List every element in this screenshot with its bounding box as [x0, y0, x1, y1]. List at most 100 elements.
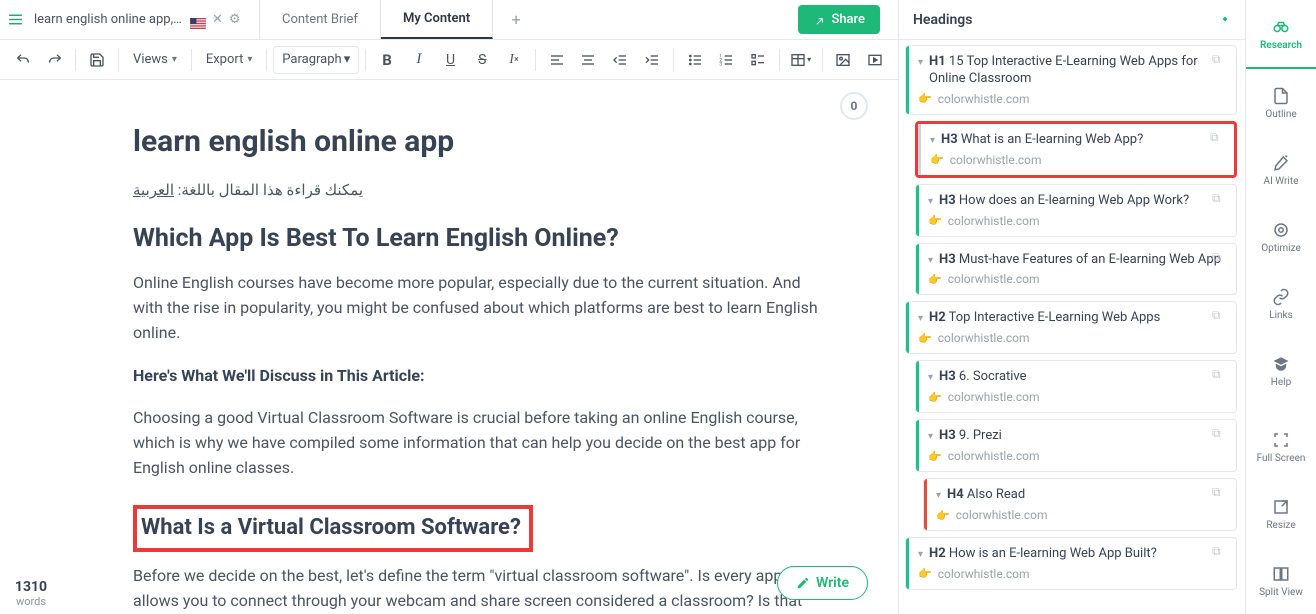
editor-toolbar: Views▾ Export▾ Paragraph▾ B I U S I× 123… [0, 40, 898, 80]
clear-format-button[interactable]: I× [499, 44, 529, 76]
image-button[interactable] [828, 44, 858, 76]
heading-item[interactable]: ⧉▾H1 15 Top Interactive E-Learning Web A… [905, 45, 1237, 115]
chevron-down-icon[interactable]: ▾ [928, 369, 933, 383]
grad-cap-icon [1272, 355, 1290, 373]
wand-icon [1272, 154, 1290, 172]
headings-panel: Headings ⧉▾H1 15 Top Interactive E-Learn… [898, 0, 1245, 614]
close-tab-icon[interactable]: ✕ [212, 12, 223, 27]
bullet-list-button[interactable] [680, 44, 710, 76]
write-button[interactable]: Write [777, 566, 868, 600]
article-h2[interactable]: Which App Is Best To Learn English Onlin… [133, 224, 826, 253]
source-domain: colorwhistle.com [938, 92, 1030, 106]
source-domain: colorwhistle.com [950, 153, 1042, 167]
chevron-down-icon[interactable]: ▾ [928, 252, 933, 266]
rail-full-screen[interactable]: Full Screen [1246, 413, 1316, 480]
chevron-down-icon[interactable]: ▾ [928, 428, 933, 442]
share-button[interactable]: Share [798, 5, 880, 34]
content-score-badge[interactable]: 0 [840, 92, 868, 120]
source-domain: colorwhistle.com [948, 449, 1040, 463]
chevron-down-icon[interactable]: ▾ [918, 546, 923, 560]
headings-panel-header[interactable]: Headings [899, 0, 1245, 40]
copy-icon[interactable]: ⧉ [1212, 52, 1230, 70]
rail-resize[interactable]: Resize [1246, 480, 1316, 547]
favicon-icon: 👉 [918, 92, 932, 105]
copy-icon[interactable]: ⧉ [1212, 308, 1230, 326]
sort-icon[interactable] [1219, 11, 1231, 29]
tab-content-brief[interactable]: Content Brief [260, 0, 381, 39]
chevron-down-icon[interactable]: ▾ [918, 310, 923, 324]
outdent-button[interactable] [605, 44, 635, 76]
heading-item[interactable]: ⧉▾H4 Also Read👉colorwhistle.com [923, 478, 1237, 531]
document-tab[interactable]: learn english online app,best ... ✕ ⚙ [30, 0, 260, 39]
settings-icon[interactable]: ⚙ [229, 12, 241, 27]
arabic-line[interactable]: يمكنك قراءة هذا المقال باللغة: العربية [133, 179, 826, 202]
rail-help[interactable]: Help [1246, 337, 1316, 404]
video-button[interactable] [860, 44, 890, 76]
heading-item[interactable]: ⧉▾H3 6. Socrative👉colorwhistle.com [915, 360, 1237, 413]
favicon-icon: 👉 [928, 391, 942, 404]
bold-button[interactable]: B [372, 44, 402, 76]
chevron-down-icon[interactable]: ▾ [930, 132, 935, 146]
paragraph-1[interactable]: Online English courses have become more … [133, 271, 826, 345]
favicon-icon: 👉 [928, 273, 942, 286]
copy-icon[interactable]: ⧉ [1212, 250, 1230, 268]
rail-outline[interactable]: Outline [1246, 69, 1316, 136]
favicon-icon: 👉 [928, 450, 942, 463]
favicon-icon: 👉 [936, 509, 950, 522]
svg-text:3: 3 [720, 61, 723, 67]
number-list-button[interactable]: 123 [711, 44, 741, 76]
align-center-button[interactable] [574, 44, 604, 76]
views-dropdown[interactable]: Views▾ [125, 44, 185, 76]
heading-item[interactable]: ⧉▾H2 How is an E-learning Web App Built?… [905, 537, 1237, 590]
indent-button[interactable] [637, 44, 667, 76]
heading-item[interactable]: ⧉▾H3 How does an E-learning Web App Work… [915, 184, 1237, 237]
tab-my-content[interactable]: My Content [381, 0, 493, 39]
bold-subheading[interactable]: Here's What We'll Discuss in This Articl… [133, 364, 826, 389]
copy-icon[interactable]: ⧉ [1210, 130, 1228, 148]
checklist-button[interactable] [743, 44, 773, 76]
heading-item[interactable]: ⧉▾H3 What is an E-learning Web App?👉colo… [915, 121, 1237, 178]
chevron-down-icon[interactable]: ▾ [918, 54, 923, 68]
heading-item[interactable]: ⧉▾H2 Top Interactive E-Learning Web Apps… [905, 301, 1237, 354]
copy-icon[interactable]: ⧉ [1212, 367, 1230, 385]
heading-item[interactable]: ⧉▾H3 Must-have Features of an E-learning… [915, 243, 1237, 296]
export-dropdown[interactable]: Export▾ [198, 44, 261, 76]
flag-icon [190, 14, 206, 25]
table-button[interactable]: ▾ [786, 44, 816, 76]
heading-item[interactable]: ⧉▾H3 9. Prezi👉colorwhistle.com [915, 419, 1237, 472]
rail-split-view[interactable]: Split View [1246, 547, 1316, 614]
article-h3[interactable]: What Is a Virtual Classroom Software? [139, 511, 523, 544]
document-title: learn english online app,best ... [34, 12, 184, 27]
rail-optimize[interactable]: Optimize [1246, 203, 1316, 270]
copy-icon[interactable]: ⧉ [1212, 485, 1230, 503]
save-button[interactable] [82, 44, 112, 76]
article-h1[interactable]: learn english online app [133, 124, 826, 159]
source-domain: colorwhistle.com [948, 272, 1040, 286]
menu-button[interactable] [0, 0, 30, 39]
undo-button[interactable] [8, 44, 38, 76]
favicon-icon: 👉 [928, 214, 942, 227]
redo-button[interactable] [40, 44, 70, 76]
copy-icon[interactable]: ⧉ [1212, 426, 1230, 444]
paragraph-2[interactable]: Choosing a good Virtual Classroom Softwa… [133, 406, 826, 480]
strike-button[interactable]: S [467, 44, 497, 76]
paragraph-style-select[interactable]: Paragraph▾ [273, 46, 359, 74]
favicon-icon: 👉 [918, 332, 932, 345]
align-left-button[interactable] [542, 44, 572, 76]
paragraph-3[interactable]: Before we decide on the best, let's defi… [133, 564, 826, 614]
italic-button[interactable]: I [404, 44, 434, 76]
editor-area[interactable]: 0 learn english online app يمكنك قراءة ه… [0, 80, 898, 614]
underline-button[interactable]: U [436, 44, 466, 76]
chevron-down-icon[interactable]: ▾ [928, 193, 933, 207]
chevron-down-icon[interactable]: ▾ [936, 487, 941, 501]
link-icon [1272, 288, 1290, 306]
copy-icon[interactable]: ⧉ [1212, 544, 1230, 562]
highlighted-h3-box: What Is a Virtual Classroom Software? [133, 505, 533, 552]
copy-icon[interactable]: ⧉ [1212, 191, 1230, 209]
rail-research[interactable]: Research [1246, 0, 1316, 69]
add-tab-button[interactable]: + [493, 0, 539, 39]
rail-links[interactable]: Links [1246, 270, 1316, 337]
arabic-link[interactable]: العربية [133, 181, 174, 199]
rail-ai-write[interactable]: AI Write [1246, 136, 1316, 203]
split-icon [1272, 565, 1290, 583]
